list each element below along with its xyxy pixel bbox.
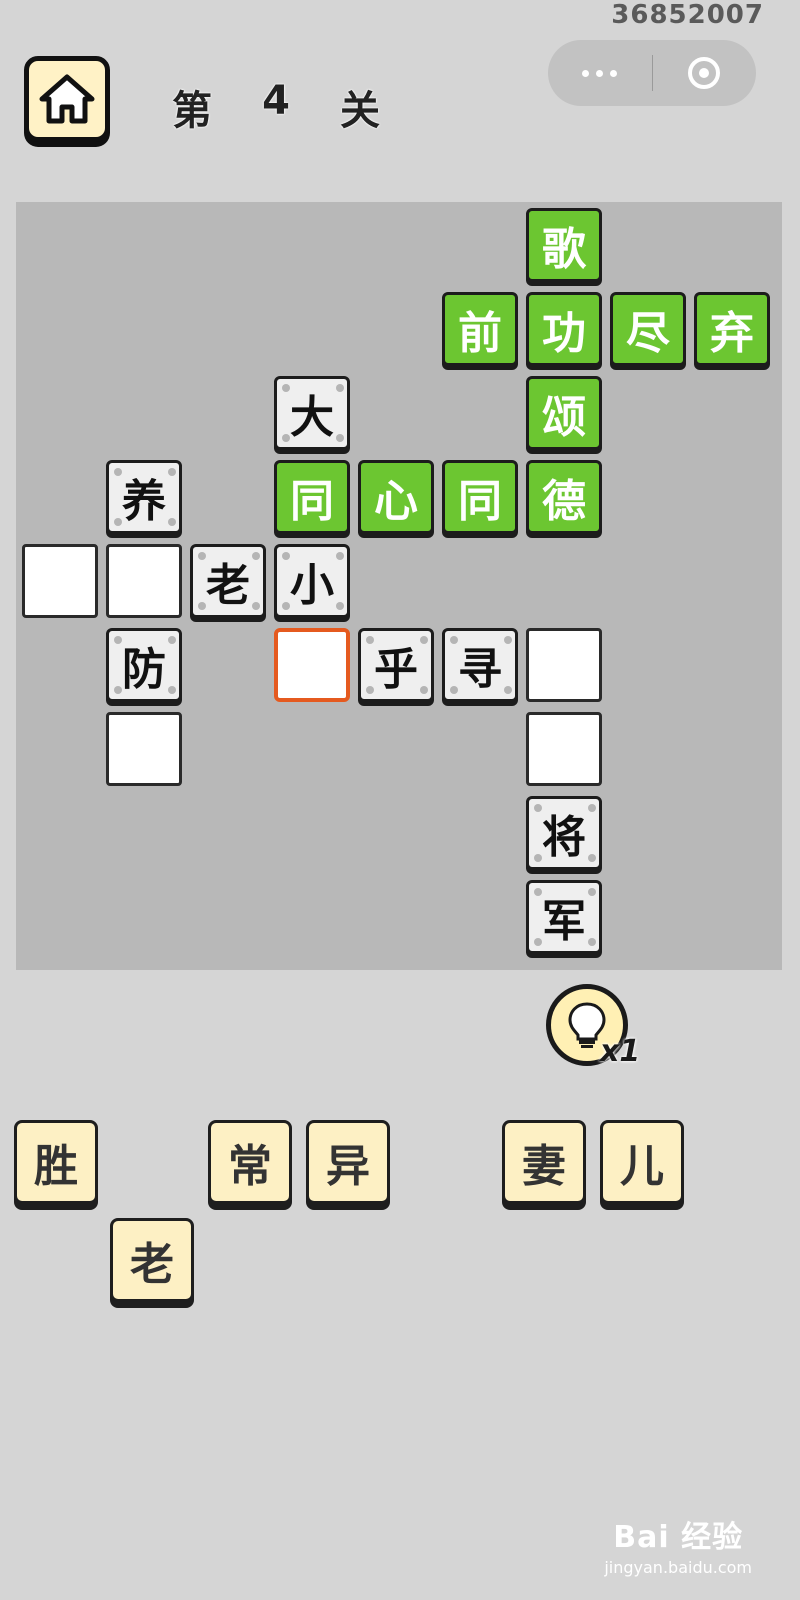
empty-cell[interactable] [106,544,182,618]
home-button[interactable] [24,56,110,142]
choice-tile[interactable]: 妻 [502,1120,586,1204]
solved-cell: 功 [526,292,602,366]
given-cell: 军 [526,880,602,954]
target-close-icon [688,57,721,89]
solved-cell: 同 [442,460,518,534]
solved-cell: 歌 [526,208,602,282]
level-title: 第 4 关 [150,78,402,136]
given-cell: 大 [274,376,350,450]
crossword-board: 歌前功尽弃大颂养同心同德老小防乎寻将军 [16,202,782,970]
watermark-main: Bai 经验 [613,1520,744,1555]
choice-tile[interactable]: 老 [110,1218,194,1302]
empty-cell[interactable] [526,712,602,786]
watermark: Bai 经验 jingyan.baidu.com [604,1512,752,1577]
level-id: 36852007 [611,0,764,30]
given-cell: 老 [190,544,266,618]
watermark-sub: jingyan.baidu.com [604,1558,752,1577]
given-cell: 乎 [358,628,434,702]
home-icon [39,74,95,124]
given-cell: 小 [274,544,350,618]
mini-program-capsule [548,40,756,106]
level-prefix: 第 [172,88,212,134]
solved-cell: 德 [526,460,602,534]
solved-cell: 同 [274,460,350,534]
level-suffix: 关 [340,88,380,134]
empty-cell[interactable] [106,712,182,786]
choice-tile[interactable]: 胜 [14,1120,98,1204]
given-cell: 养 [106,460,182,534]
given-cell: 寻 [442,628,518,702]
solved-cell: 弃 [694,292,770,366]
choice-tile[interactable]: 常 [208,1120,292,1204]
selected-empty-cell[interactable] [274,628,350,702]
close-mini-program-button[interactable] [653,40,757,106]
more-dots-icon [582,69,618,77]
given-cell: 防 [106,628,182,702]
solved-cell: 颂 [526,376,602,450]
level-number: 4 [262,78,290,124]
hint-count: x1 [600,1034,641,1069]
given-cell: 将 [526,796,602,870]
solved-cell: 前 [442,292,518,366]
solved-cell: 心 [358,460,434,534]
more-menu-button[interactable] [548,40,652,106]
empty-cell[interactable] [22,544,98,618]
empty-cell[interactable] [526,628,602,702]
choice-tile[interactable]: 儿 [600,1120,684,1204]
solved-cell: 尽 [610,292,686,366]
choice-tile[interactable]: 异 [306,1120,390,1204]
